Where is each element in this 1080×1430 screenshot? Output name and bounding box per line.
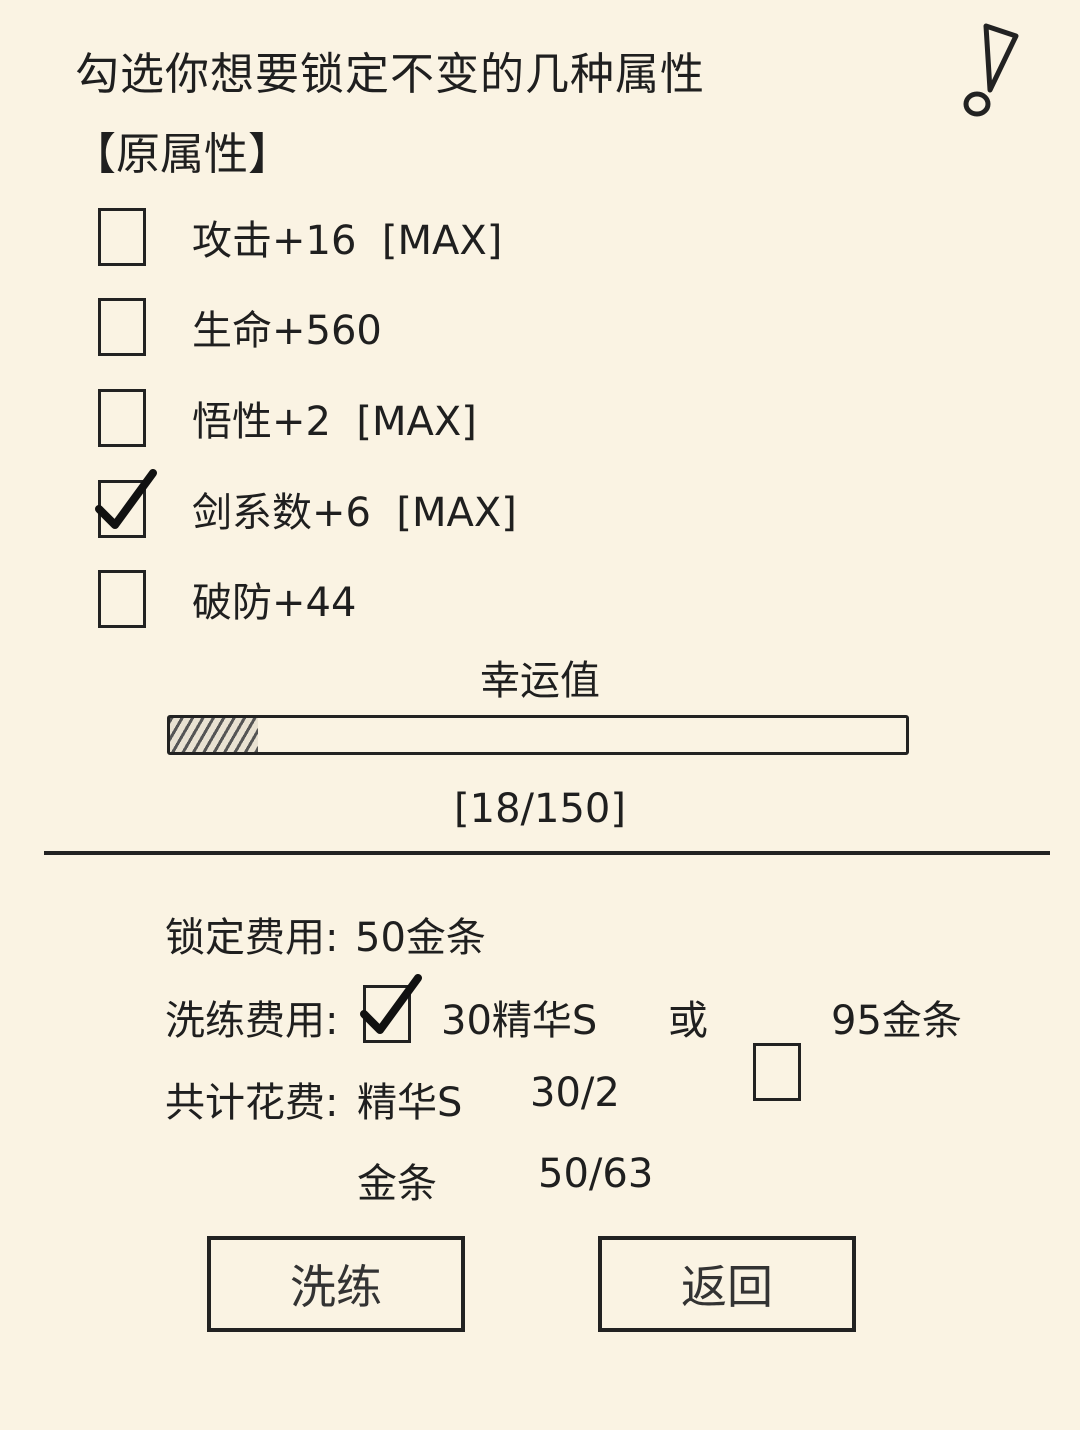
attribute-label: 破防+44: [192, 580, 357, 626]
attribute-label: 攻击+16 [MAX]: [192, 218, 503, 264]
section-heading: 【原属性】: [72, 129, 292, 180]
lock-cost-value: 50金条: [355, 915, 486, 961]
attribute-row[interactable]: 破防+44: [98, 567, 356, 631]
page-title: 勾选你想要锁定不变的几种属性: [75, 49, 705, 100]
divider: [44, 851, 1050, 855]
total-cost-label: 共计花费:: [165, 1080, 339, 1126]
refine-cost-label: 洗练费用:: [165, 998, 339, 1044]
refine-button[interactable]: 洗练: [207, 1236, 465, 1332]
attribute-row[interactable]: 生命+560: [98, 295, 382, 359]
attribute-row[interactable]: 剑系数+6 [MAX]: [95, 469, 517, 541]
essence-option-checkbox[interactable]: [360, 974, 422, 1043]
total-essence-name: 精华S: [357, 1080, 463, 1126]
luck-count: [18/150]: [454, 786, 626, 832]
attribute-label: 悟性+2 [MAX]: [192, 399, 477, 445]
luck-label: 幸运值: [480, 658, 600, 704]
attribute-checkbox[interactable]: [98, 570, 146, 628]
checkmark-icon: [95, 469, 157, 529]
attribute-label: 生命+560: [192, 308, 382, 354]
attribute-row[interactable]: 悟性+2 [MAX]: [98, 386, 477, 450]
checkmark-icon: [360, 974, 422, 1034]
exclamation-icon[interactable]: [958, 18, 1028, 118]
attribute-row[interactable]: 攻击+16 [MAX]: [98, 205, 502, 269]
attribute-checkbox[interactable]: [98, 208, 146, 266]
attribute-label: 剑系数+6 [MAX]: [192, 490, 517, 536]
attribute-checkbox[interactable]: [95, 469, 157, 538]
luck-progress-fill: [170, 718, 259, 752]
back-button[interactable]: 返回: [598, 1236, 856, 1332]
total-essence-value: 30/2: [530, 1070, 620, 1116]
or-text: 或: [668, 998, 708, 1044]
attribute-checkbox[interactable]: [98, 389, 146, 447]
gold-option-label: 95金条: [831, 998, 962, 1044]
essence-option-label: 30精华S: [441, 998, 598, 1044]
gold-option-checkbox[interactable]: [753, 1043, 801, 1101]
luck-progress-bar: [167, 715, 909, 755]
attribute-checkbox[interactable]: [98, 298, 146, 356]
total-gold-name: 金条: [357, 1161, 437, 1207]
lock-cost-label: 锁定费用:: [165, 915, 339, 961]
total-gold-value: 50/63: [538, 1151, 654, 1197]
